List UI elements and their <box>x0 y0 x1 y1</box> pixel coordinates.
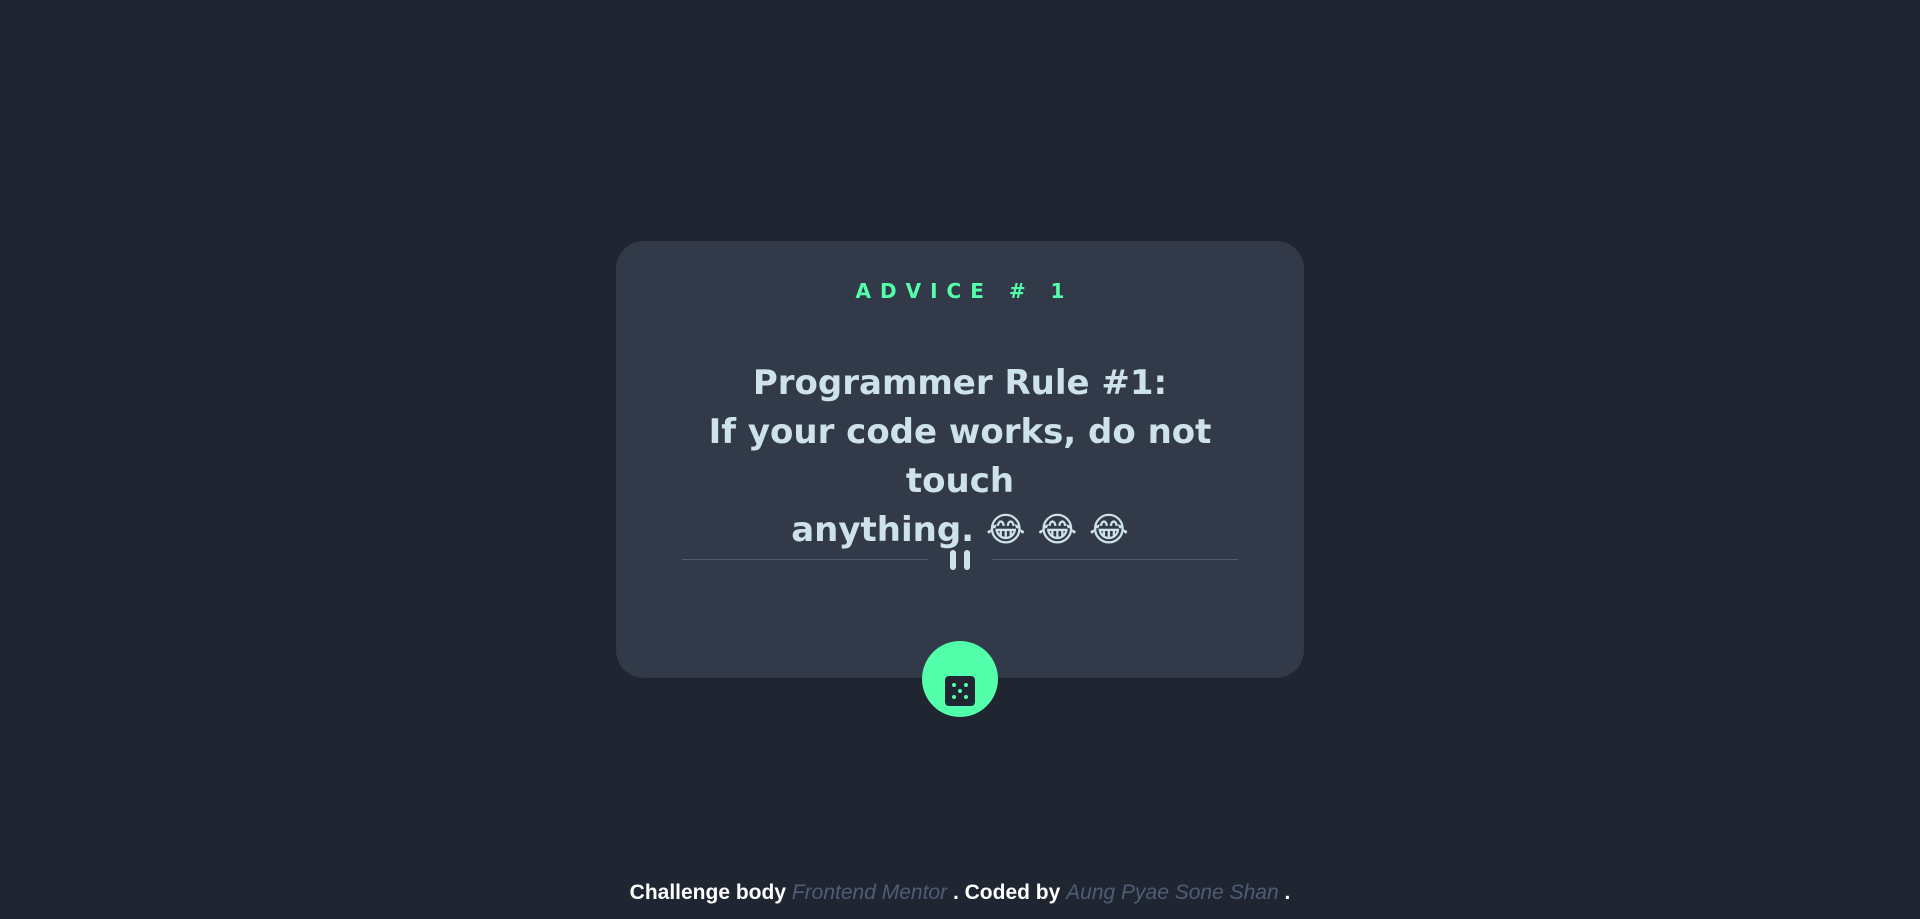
pause-icon <box>947 550 973 570</box>
advice-quote: Programmer Rule #1: If your code works, … <box>656 359 1264 555</box>
attribution-suffix: . <box>1284 881 1291 904</box>
attribution-prefix: Challenge body <box>629 881 787 904</box>
quote-line: Programmer Rule #1: <box>752 363 1168 403</box>
attribution: Challenge body Frontend Mentor . Coded b… <box>0 881 1920 905</box>
divider <box>682 547 1238 573</box>
divider-line-right <box>992 559 1238 560</box>
attribution-middle: . Coded by <box>952 881 1061 904</box>
advice-number: ADVICE # 1 <box>855 279 1074 303</box>
advice-card: ADVICE # 1 Programmer Rule #1: If your c… <box>616 241 1304 678</box>
divider-line-left <box>682 559 928 560</box>
frontend-mentor-link[interactable]: Frontend Mentor <box>792 881 947 904</box>
dice-icon <box>945 675 975 706</box>
quote-line: If your code works, do not touch <box>708 412 1212 501</box>
author-link[interactable]: Aung Pyae Sone Shan <box>1066 881 1279 904</box>
new-advice-button[interactable] <box>922 641 998 717</box>
